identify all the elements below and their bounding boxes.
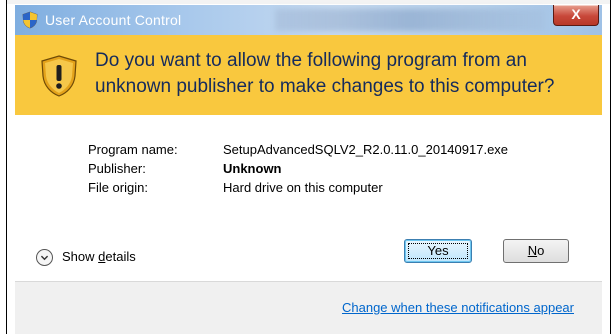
background-left-edge <box>0 0 7 334</box>
program-name-label: Program name: <box>88 142 178 157</box>
warning-banner: Do you want to allow the following progr… <box>15 35 602 115</box>
title-bar-blur <box>275 9 545 31</box>
no-button-label: No <box>527 243 545 258</box>
window-title: User Account Control <box>45 12 182 28</box>
program-name-value: SetupAdvancedSQLV2_R2.0.11.0_20140917.ex… <box>223 142 509 157</box>
publisher-value: Unknown <box>223 161 282 176</box>
title-bar[interactable]: User Account Control X <box>15 5 602 35</box>
banner-question: Do you want to allow the following progr… <box>95 50 555 97</box>
close-icon: X <box>571 6 581 22</box>
uac-dialog: User Account Control X Do you want to al… <box>15 5 602 334</box>
file-origin-value: Hard drive on this computer <box>223 180 383 195</box>
background-right-edge <box>610 0 614 334</box>
no-button[interactable]: No <box>503 239 569 263</box>
warning-shield-icon <box>41 55 77 97</box>
yes-button[interactable]: Yes <box>404 239 472 263</box>
file-origin-label: File origin: <box>88 180 148 195</box>
show-details-label[interactable]: Show details <box>62 249 136 264</box>
publisher-label: Publisher: <box>88 161 146 176</box>
background-strip <box>0 0 614 4</box>
chevron-down-icon[interactable] <box>36 249 53 266</box>
focus-rectangle <box>408 243 468 259</box>
change-notifications-link[interactable]: Change when these notifications appear <box>342 300 574 315</box>
close-button[interactable]: X <box>553 5 599 26</box>
uac-shield-icon <box>22 11 38 29</box>
